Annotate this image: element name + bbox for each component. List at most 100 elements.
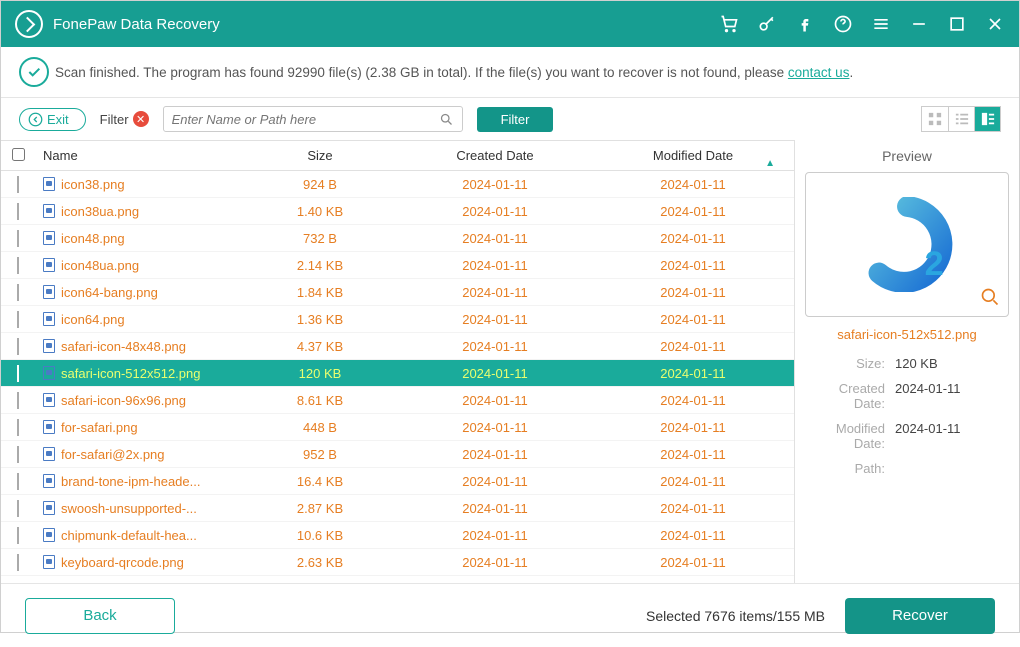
file-created: 2024-01-11 <box>395 177 595 192</box>
file-modified: 2024-01-11 <box>595 285 791 300</box>
table-row[interactable]: icon64-bang.png1.84 KB2024-01-112024-01-… <box>1 279 794 306</box>
meta-size-value: 120 KB <box>895 356 1009 371</box>
col-created[interactable]: Created Date <box>395 148 595 163</box>
file-modified: 2024-01-11 <box>595 312 791 327</box>
status-text: Scan finished. The program has found 929… <box>55 65 788 80</box>
table-row[interactable]: chipmunk-default-hea...10.6 KB2024-01-11… <box>1 522 794 549</box>
scan-status-bar: Scan finished. The program has found 929… <box>1 47 1019 98</box>
sort-asc-icon: ▲ <box>765 158 775 169</box>
view-list-icon[interactable] <box>948 107 974 131</box>
file-created: 2024-01-11 <box>395 474 595 489</box>
col-size[interactable]: Size <box>245 148 395 163</box>
file-created: 2024-01-11 <box>395 339 595 354</box>
table-row[interactable]: for-safari@2x.png952 B2024-01-112024-01-… <box>1 441 794 468</box>
back-button[interactable]: Back <box>25 598 175 634</box>
row-checkbox[interactable] <box>17 446 19 463</box>
file-name: icon38ua.png <box>61 204 139 219</box>
select-all-checkbox[interactable] <box>12 148 25 161</box>
col-name[interactable]: Name <box>35 148 245 163</box>
file-created: 2024-01-11 <box>395 285 595 300</box>
row-checkbox[interactable] <box>17 473 19 490</box>
table-row[interactable]: icon48ua.png2.14 KB2024-01-112024-01-11 <box>1 252 794 279</box>
toolbar: Exit Filter✕ Filter <box>1 98 1019 140</box>
file-name: icon48.png <box>61 231 125 246</box>
file-icon <box>43 312 55 326</box>
key-icon[interactable] <box>757 14 777 34</box>
table-row[interactable]: icon38ua.png1.40 KB2024-01-112024-01-11 <box>1 198 794 225</box>
row-checkbox[interactable] <box>17 257 19 274</box>
table-row[interactable]: safari-icon-48x48.png4.37 KB2024-01-1120… <box>1 333 794 360</box>
minimize-icon[interactable] <box>909 14 929 34</box>
row-checkbox[interactable] <box>17 392 19 409</box>
contact-link[interactable]: contact us <box>788 65 850 80</box>
row-checkbox[interactable] <box>17 311 19 328</box>
file-created: 2024-01-11 <box>395 501 595 516</box>
preview-thumbnail-icon: 2 <box>860 197 955 292</box>
cart-icon[interactable] <box>719 14 739 34</box>
search-box[interactable] <box>163 106 463 132</box>
row-checkbox[interactable] <box>17 203 19 220</box>
exit-button[interactable]: Exit <box>19 108 86 131</box>
file-icon <box>43 474 55 488</box>
file-size: 952 B <box>245 447 395 462</box>
file-size: 2.63 KB <box>245 555 395 570</box>
table-row[interactable]: keyboard-qrcode.png2.63 KB2024-01-112024… <box>1 549 794 576</box>
row-checkbox[interactable] <box>17 230 19 247</box>
meta-created-label: Created Date: <box>805 381 895 411</box>
file-icon <box>43 339 55 353</box>
view-grid-icon[interactable] <box>922 107 948 131</box>
preview-image: 2 <box>805 172 1009 317</box>
file-created: 2024-01-11 <box>395 555 595 570</box>
close-icon[interactable] <box>985 14 1005 34</box>
recover-button[interactable]: Recover <box>845 598 995 634</box>
file-modified: 2024-01-11 <box>595 528 791 543</box>
file-name: safari-icon-512x512.png <box>61 366 200 381</box>
table-header: Name Size Created Date Modified Date▲ <box>1 141 794 171</box>
meta-modified-label: Modified Date: <box>805 421 895 451</box>
row-checkbox[interactable] <box>17 176 19 193</box>
row-checkbox[interactable] <box>17 554 19 571</box>
file-created: 2024-01-11 <box>395 231 595 246</box>
row-checkbox[interactable] <box>17 527 19 544</box>
table-row[interactable]: safari-icon-96x96.png8.61 KB2024-01-1120… <box>1 387 794 414</box>
file-icon <box>43 258 55 272</box>
row-checkbox[interactable] <box>17 365 19 382</box>
file-modified: 2024-01-11 <box>595 204 791 219</box>
file-created: 2024-01-11 <box>395 312 595 327</box>
file-created: 2024-01-11 <box>395 447 595 462</box>
menu-icon[interactable] <box>871 14 891 34</box>
table-row[interactable]: for-safari.png448 B2024-01-112024-01-11 <box>1 414 794 441</box>
file-size: 2.87 KB <box>245 501 395 516</box>
file-size: 1.36 KB <box>245 312 395 327</box>
row-checkbox[interactable] <box>17 284 19 301</box>
table-row[interactable]: brand-tone-ipm-heade...16.4 KB2024-01-11… <box>1 468 794 495</box>
row-checkbox[interactable] <box>17 419 19 436</box>
file-name: keyboard-qrcode.png <box>61 555 184 570</box>
filter-button[interactable]: Filter <box>477 107 554 132</box>
table-row[interactable]: icon48.png732 B2024-01-112024-01-11 <box>1 225 794 252</box>
file-size: 1.84 KB <box>245 285 395 300</box>
app-title: FonePaw Data Recovery <box>53 16 220 33</box>
table-row[interactable]: swoosh-unsupported-...2.87 KB2024-01-112… <box>1 495 794 522</box>
file-icon <box>43 501 55 515</box>
file-modified: 2024-01-11 <box>595 447 791 462</box>
file-created: 2024-01-11 <box>395 204 595 219</box>
file-table: Name Size Created Date Modified Date▲ ic… <box>1 140 795 583</box>
help-icon[interactable] <box>833 14 853 34</box>
maximize-icon[interactable] <box>947 14 967 34</box>
facebook-icon[interactable] <box>795 14 815 34</box>
view-detail-icon[interactable] <box>974 107 1000 131</box>
search-icon[interactable] <box>439 112 454 127</box>
col-modified[interactable]: Modified Date▲ <box>595 148 791 163</box>
clear-filter-icon[interactable]: ✕ <box>133 111 149 127</box>
row-checkbox[interactable] <box>17 500 19 517</box>
file-created: 2024-01-11 <box>395 420 595 435</box>
table-row[interactable]: safari-icon-512x512.png120 KB2024-01-112… <box>1 360 794 387</box>
file-modified: 2024-01-11 <box>595 555 791 570</box>
search-input[interactable] <box>172 112 439 127</box>
magnify-icon[interactable] <box>980 287 1000 310</box>
table-row[interactable]: icon64.png1.36 KB2024-01-112024-01-11 <box>1 306 794 333</box>
table-row[interactable]: icon38.png924 B2024-01-112024-01-11 <box>1 171 794 198</box>
preview-title: Preview <box>805 148 1009 164</box>
row-checkbox[interactable] <box>17 338 19 355</box>
